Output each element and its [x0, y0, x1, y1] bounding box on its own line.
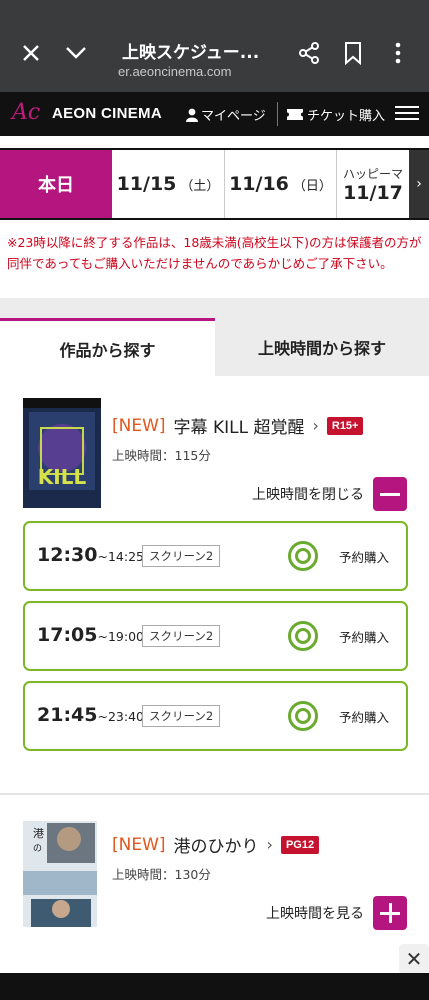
chevron-right-icon: ›	[266, 835, 273, 854]
plus-icon[interactable]	[373, 896, 407, 930]
chevron-down-icon[interactable]	[63, 40, 89, 66]
showtime-end: ~14:25	[97, 549, 144, 564]
svg-text:KILL: KILL	[38, 465, 87, 489]
date-label: 11/16	[229, 173, 289, 195]
movie-title: 字幕 KILL 超覚醒	[173, 418, 305, 438]
chevron-right-icon[interactable]: ›	[409, 150, 429, 218]
toggle-label: 上映時間を見る	[266, 906, 364, 922]
aeon-logo-mark[interactable]: Ac	[12, 100, 40, 125]
new-badge: [NEW]	[112, 415, 166, 436]
url-text[interactable]: er.aeoncinema.com	[118, 64, 231, 79]
availability-circle-icon	[288, 541, 318, 571]
availability-circle-icon	[288, 621, 318, 651]
close-icon[interactable]	[18, 40, 44, 66]
ticket-purchase-link[interactable]: チケット購入	[287, 105, 385, 124]
browser-toolbar: 上映スケジュー... er.aeoncinema.com	[0, 0, 429, 92]
screen-badge: スクリーン2	[142, 625, 221, 647]
movie-poster[interactable]: KILL	[23, 398, 101, 508]
movie-title-link[interactable]: [NEW] 港のひかり › PG12	[112, 832, 320, 857]
toggle-label: 上映時間を閉じる	[252, 487, 364, 503]
date-tab-1117[interactable]: ハッピーマ 11/17	[337, 150, 409, 218]
movie-runtime: 上映時間：115分	[112, 448, 211, 463]
showtime-end: ~19:00	[97, 629, 144, 644]
tab-by-movie[interactable]: 作品から探す	[0, 318, 215, 376]
section-divider	[0, 298, 429, 318]
movie-divider	[0, 793, 429, 795]
movie-runtime: 上映時間：130分	[112, 867, 211, 882]
ticket-icon	[287, 109, 303, 120]
showtime-start: 21:45~23:40	[37, 704, 144, 726]
movie-title: 港のひかり	[173, 837, 259, 857]
mypage-link[interactable]: マイページ	[186, 105, 266, 124]
site-header: Ac AEON CINEMA マイページ チケット購入	[0, 92, 429, 136]
showtime-slot[interactable]: 21:45~23:40 スクリーン2 予約購入	[23, 681, 408, 751]
date-tab-today[interactable]: 本日	[0, 150, 112, 218]
screen-badge: スクリーン2	[142, 545, 221, 567]
chevron-right-icon: ›	[312, 416, 319, 435]
showtime-slot[interactable]: 17:05~19:00 スクリーン2 予約購入	[23, 601, 408, 671]
reserve-button[interactable]: 予約購入	[339, 707, 389, 726]
bottom-bar	[0, 973, 429, 1000]
hamburger-menu-icon[interactable]	[395, 102, 419, 126]
reserve-button[interactable]: 予約購入	[339, 547, 389, 566]
ticket-label: チケット購入	[307, 109, 386, 124]
search-tabs: 作品から探す 上映時間から探す	[0, 318, 429, 376]
tab-by-time[interactable]: 上映時間から探す	[215, 318, 429, 376]
new-badge: [NEW]	[112, 834, 166, 855]
showtime-start: 12:30~14:25	[37, 544, 144, 566]
showtime-start: 17:05~19:00	[37, 624, 144, 646]
date-label: 11/15	[116, 173, 177, 195]
site-logo[interactable]: AEON CINEMA	[52, 105, 162, 122]
rating-badge: PG12	[280, 835, 320, 854]
close-ad-icon[interactable]: ✕	[399, 944, 429, 974]
more-vertical-icon[interactable]	[385, 40, 411, 66]
showtime-slot[interactable]: 12:30~14:25 スクリーン2 予約購入	[23, 521, 408, 591]
reserve-button[interactable]: 予約購入	[339, 627, 389, 646]
screen-badge: スクリーン2	[142, 705, 221, 727]
happy-monday-label: ハッピーマ	[342, 166, 403, 181]
mypage-label: マイページ	[201, 109, 266, 124]
date-label: 11/17	[343, 181, 403, 204]
user-icon	[186, 108, 198, 122]
toggle-showtimes[interactable]: 上映時間を閉じる	[252, 477, 407, 511]
minus-icon[interactable]	[373, 477, 407, 511]
bookmark-icon[interactable]	[340, 40, 366, 66]
toggle-showtimes[interactable]: 上映時間を見る	[266, 896, 407, 930]
availability-circle-icon	[288, 701, 318, 731]
showtime-end: ~23:40	[97, 709, 144, 724]
date-tab-1116[interactable]: 11/16 （日）	[225, 150, 337, 218]
share-icon[interactable]	[296, 40, 322, 66]
rating-badge: R15+	[326, 416, 364, 435]
svg-text:の: の	[33, 844, 42, 854]
date-selector: 本日 11/15 （土） 11/16 （日） ハッピーマ 11/17 ›	[0, 148, 429, 220]
movie-title-link[interactable]: [NEW] 字幕 KILL 超覚醒 › R15+	[112, 413, 364, 438]
date-tab-1115[interactable]: 11/15 （土）	[112, 150, 225, 218]
page-title: 上映スケジュー...	[122, 43, 260, 63]
weekday-label: （土）	[180, 178, 220, 194]
header-divider	[277, 102, 278, 126]
weekday-label: （日）	[292, 178, 332, 194]
movie-poster[interactable]: 港 の	[23, 821, 97, 927]
svg-text:港: 港	[33, 827, 44, 840]
age-restriction-notice: ※23時以降に終了する作品は、18歳未満(高校生以下)の方は保護者の方が同伴であ…	[7, 235, 422, 271]
